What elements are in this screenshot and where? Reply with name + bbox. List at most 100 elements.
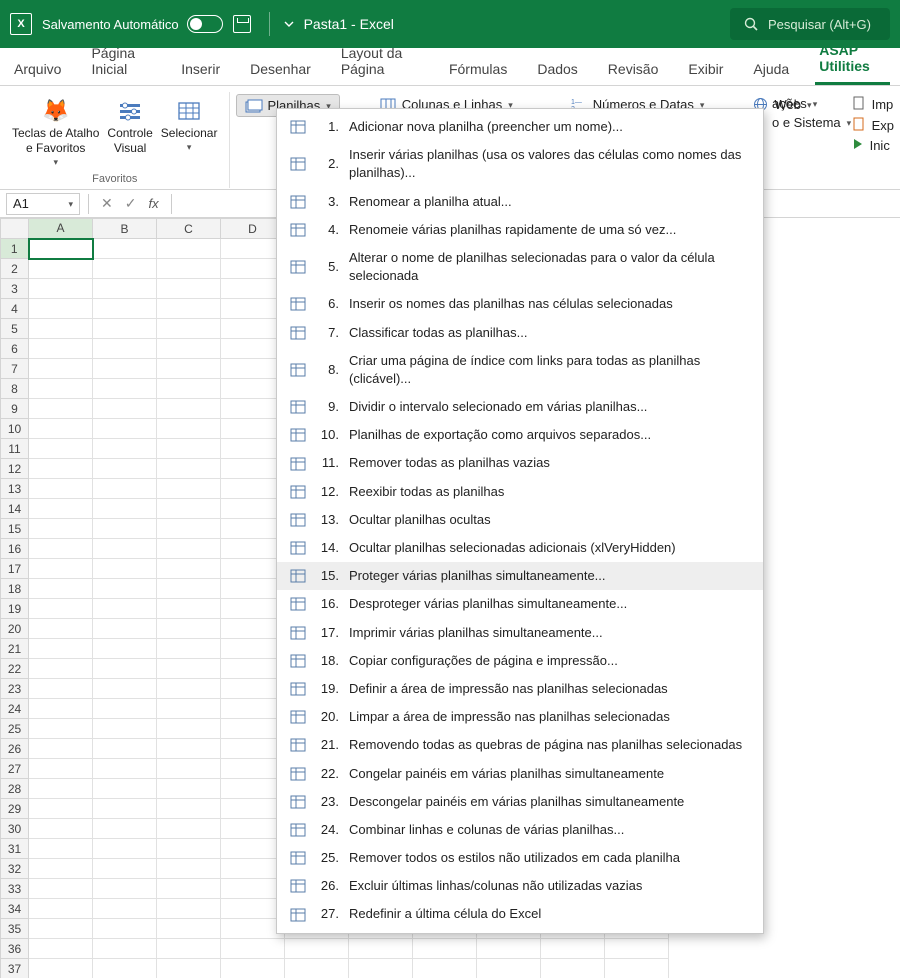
- cell[interactable]: [157, 879, 221, 899]
- cell[interactable]: [93, 799, 157, 819]
- cell[interactable]: [29, 679, 93, 699]
- tab-ajuda[interactable]: Ajuda: [749, 53, 793, 85]
- menu-item-22[interactable]: 22.Congelar painéis em várias planilhas …: [277, 760, 763, 788]
- menu-item-1[interactable]: 1.Adicionar nova planilha (preencher um …: [277, 113, 763, 141]
- cell[interactable]: [349, 959, 413, 978]
- accept-formula-icon[interactable]: ✓: [121, 195, 141, 212]
- cell[interactable]: [29, 939, 93, 959]
- cell[interactable]: [157, 319, 221, 339]
- cancel-formula-icon[interactable]: ✕: [97, 195, 117, 212]
- cell[interactable]: [221, 519, 285, 539]
- cell[interactable]: [221, 719, 285, 739]
- cell[interactable]: [221, 479, 285, 499]
- cell[interactable]: [93, 599, 157, 619]
- cell[interactable]: [29, 879, 93, 899]
- cell[interactable]: [157, 819, 221, 839]
- cell[interactable]: [93, 679, 157, 699]
- cell[interactable]: [93, 299, 157, 319]
- row-header[interactable]: 2: [1, 259, 29, 279]
- cell[interactable]: [157, 259, 221, 279]
- tab-exibir[interactable]: Exibir: [684, 53, 727, 85]
- cell[interactable]: [605, 939, 669, 959]
- cell[interactable]: [29, 499, 93, 519]
- row-header[interactable]: 9: [1, 399, 29, 419]
- cell[interactable]: [93, 499, 157, 519]
- cell[interactable]: [221, 339, 285, 359]
- cell[interactable]: [221, 779, 285, 799]
- cell[interactable]: [93, 539, 157, 559]
- cell[interactable]: [221, 359, 285, 379]
- cell[interactable]: [29, 819, 93, 839]
- toggle-switch-icon[interactable]: [187, 15, 223, 33]
- cell[interactable]: [93, 699, 157, 719]
- cell[interactable]: [29, 719, 93, 739]
- cell[interactable]: [221, 379, 285, 399]
- cell[interactable]: [29, 379, 93, 399]
- cell[interactable]: [29, 699, 93, 719]
- cell[interactable]: [29, 459, 93, 479]
- cell[interactable]: [221, 499, 285, 519]
- menu-item-15[interactable]: 15.Proteger várias planilhas simultaneam…: [277, 562, 763, 590]
- menu-item-16[interactable]: 16.Desproteger várias planilhas simultan…: [277, 590, 763, 618]
- row-header[interactable]: 17: [1, 559, 29, 579]
- cell[interactable]: [221, 259, 285, 279]
- cell[interactable]: [157, 639, 221, 659]
- cell[interactable]: [29, 759, 93, 779]
- col-header-B[interactable]: B: [93, 219, 157, 239]
- row-header[interactable]: 26: [1, 739, 29, 759]
- cell[interactable]: [221, 619, 285, 639]
- menu-item-3[interactable]: 3.Renomear a planilha atual...: [277, 188, 763, 216]
- quick-access-dropdown-icon[interactable]: [284, 19, 294, 29]
- name-box[interactable]: A1 ▾: [6, 193, 80, 215]
- cell[interactable]: [413, 939, 477, 959]
- row-header[interactable]: 22: [1, 659, 29, 679]
- cell[interactable]: [157, 539, 221, 559]
- cell[interactable]: [93, 719, 157, 739]
- cell[interactable]: [285, 959, 349, 978]
- cell[interactable]: [221, 419, 285, 439]
- row-header[interactable]: 11: [1, 439, 29, 459]
- save-icon[interactable]: [233, 15, 251, 33]
- cell[interactable]: [285, 939, 349, 959]
- cell[interactable]: [157, 399, 221, 419]
- cell[interactable]: [221, 899, 285, 919]
- cell[interactable]: [157, 839, 221, 859]
- cell[interactable]: [157, 759, 221, 779]
- cell[interactable]: [349, 939, 413, 959]
- cell[interactable]: [221, 839, 285, 859]
- row-header[interactable]: 1: [1, 239, 29, 259]
- tab-arquivo[interactable]: Arquivo: [10, 53, 65, 85]
- cell[interactable]: [29, 399, 93, 419]
- cell[interactable]: [157, 739, 221, 759]
- tab-formulas[interactable]: Fórmulas: [445, 53, 511, 85]
- tab-desenhar[interactable]: Desenhar: [246, 53, 315, 85]
- cell[interactable]: [29, 899, 93, 919]
- cell[interactable]: [221, 659, 285, 679]
- cell[interactable]: [157, 779, 221, 799]
- tab-dados[interactable]: Dados: [533, 53, 581, 85]
- row-header[interactable]: 4: [1, 299, 29, 319]
- cell[interactable]: [157, 579, 221, 599]
- btn-controle-visual[interactable]: Controle Visual: [103, 94, 156, 172]
- cell[interactable]: [221, 599, 285, 619]
- cell[interactable]: [93, 959, 157, 978]
- cell[interactable]: [157, 479, 221, 499]
- cell[interactable]: [157, 379, 221, 399]
- cell[interactable]: [605, 959, 669, 978]
- menu-item-8[interactable]: 8.Criar uma página de índice com links p…: [277, 347, 763, 393]
- cell[interactable]: [221, 879, 285, 899]
- menu-item-9[interactable]: 9.Dividir o intervalo selecionado em vár…: [277, 393, 763, 421]
- cell[interactable]: [157, 419, 221, 439]
- menu-item-7[interactable]: 7.Classificar todas as planilhas...: [277, 319, 763, 347]
- col-header-A[interactable]: A: [29, 219, 93, 239]
- cell[interactable]: [221, 819, 285, 839]
- cell[interactable]: [93, 359, 157, 379]
- fx-icon[interactable]: fx: [144, 196, 162, 211]
- cell[interactable]: [221, 679, 285, 699]
- cell[interactable]: [221, 239, 285, 259]
- cell[interactable]: [477, 939, 541, 959]
- cell[interactable]: [157, 439, 221, 459]
- cell[interactable]: [157, 799, 221, 819]
- cell[interactable]: [93, 419, 157, 439]
- cell[interactable]: [157, 919, 221, 939]
